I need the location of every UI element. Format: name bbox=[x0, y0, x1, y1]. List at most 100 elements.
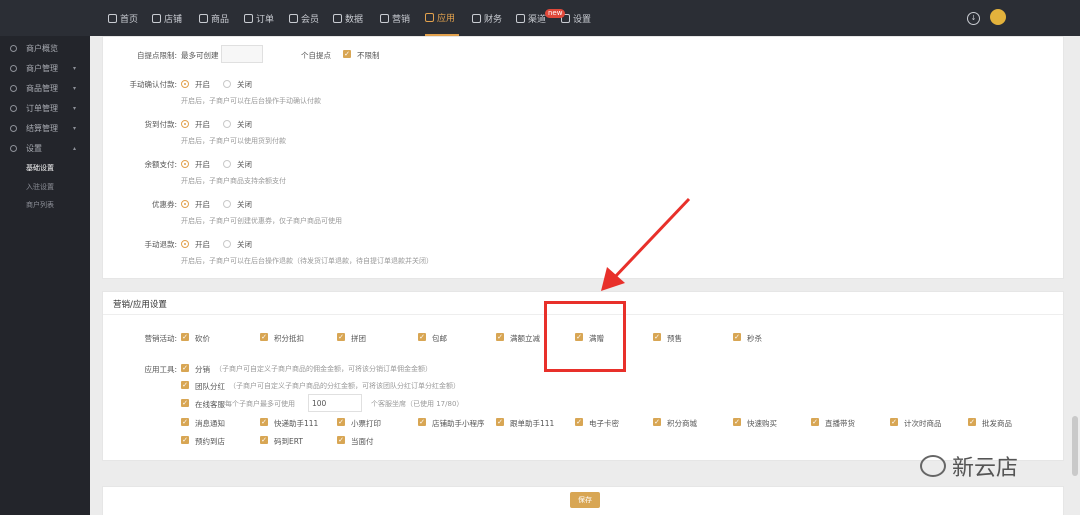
coupon-on-radio[interactable] bbox=[181, 200, 189, 208]
distribution-label: 分销 bbox=[195, 365, 210, 374]
tool-checkbox[interactable]: ✓ bbox=[337, 418, 345, 426]
tool-label: 直播带货 bbox=[825, 419, 855, 428]
sidebar-item-2[interactable]: 商品管理 ▾ bbox=[0, 78, 90, 98]
chevron-icon: ▾ bbox=[73, 84, 77, 92]
activity-checkbox[interactable]: ✓ bbox=[181, 333, 189, 341]
nav-app[interactable]: 应用 bbox=[425, 0, 459, 36]
nav-tag[interactable]: 营销 bbox=[380, 0, 410, 36]
manual_confirm-on-radio[interactable] bbox=[181, 80, 189, 88]
unlimited-checkbox[interactable]: ✓ bbox=[343, 50, 351, 58]
balance_pay-on-radio[interactable] bbox=[181, 160, 189, 168]
activity-checkbox[interactable]: ✓ bbox=[260, 333, 268, 341]
tool-label: 消息通知 bbox=[195, 419, 225, 428]
distribution-hint: （子商户可自定义子商户商品的佣金金额，可将该分销订单佣金金额） bbox=[215, 365, 432, 373]
sidebar-subitem-1[interactable]: 入驻设置 bbox=[26, 182, 54, 192]
nav-label: 渠道 bbox=[528, 14, 547, 25]
coupon-on-label: 开启 bbox=[195, 200, 210, 209]
installment-off-radio[interactable] bbox=[223, 120, 231, 128]
activity-label: 预售 bbox=[667, 334, 682, 343]
activity-checkbox[interactable]: ✓ bbox=[496, 333, 504, 341]
manual_confirm-off-label: 关闭 bbox=[237, 80, 252, 89]
balance_pay-on-label: 开启 bbox=[195, 160, 210, 169]
tool-checkbox[interactable]: ✓ bbox=[418, 418, 426, 426]
tool-label: 快递助手111 bbox=[274, 419, 319, 428]
installment-off-label: 关闭 bbox=[237, 120, 252, 129]
activity-checkbox[interactable]: ✓ bbox=[733, 333, 741, 341]
team-bonus-checkbox[interactable]: ✓ bbox=[181, 381, 189, 389]
manual_confirm-on-label: 开启 bbox=[195, 80, 210, 89]
coupon-label: 优惠券: bbox=[151, 200, 177, 209]
tool-label: 预约到店 bbox=[195, 437, 225, 446]
nav-label: 商品 bbox=[211, 14, 230, 25]
home-icon bbox=[108, 13, 117, 23]
activity-label: 营销活动: bbox=[144, 334, 177, 343]
tool-checkbox[interactable]: ✓ bbox=[337, 436, 345, 444]
sidebar-subitem-2[interactable]: 商户列表 bbox=[26, 200, 54, 210]
coupon-off-radio[interactable] bbox=[223, 200, 231, 208]
avatar[interactable] bbox=[990, 9, 1006, 25]
manual_confirm-hint: 开启后，子商户可以在后台操作手动确认付款 bbox=[181, 97, 321, 105]
sidebar-item-4[interactable]: 结算管理 ▾ bbox=[0, 118, 90, 138]
tool-checkbox[interactable]: ✓ bbox=[260, 436, 268, 444]
nav-settings[interactable]: 设置 bbox=[561, 0, 591, 36]
tool-checkbox[interactable]: ✓ bbox=[733, 418, 741, 426]
tool-checkbox[interactable]: ✓ bbox=[181, 418, 189, 426]
tool-checkbox[interactable]: ✓ bbox=[890, 418, 898, 426]
balance_pay-label: 余额支付: bbox=[144, 160, 177, 169]
save-button[interactable]: 保存 bbox=[570, 492, 600, 508]
sidebar-subitem-0[interactable]: 基础设置 bbox=[26, 163, 54, 173]
activity-label: 砍价 bbox=[195, 334, 210, 343]
nav-label: 应用 bbox=[437, 13, 456, 24]
online-service-checkbox[interactable]: ✓ bbox=[181, 399, 189, 407]
nav-data[interactable]: 数据 bbox=[333, 0, 365, 36]
distribution-checkbox[interactable]: ✓ bbox=[181, 364, 189, 372]
sidebar: 商户概览 商户管理 ▾ 商品管理 ▾ 订单管理 ▾ 结算管理 ▾ 设置 ▴ 基础设置 入驻设置 商户列表 bbox=[0, 36, 90, 515]
activity-checkbox[interactable]: ✓ bbox=[337, 333, 345, 341]
tool-checkbox[interactable]: ✓ bbox=[260, 418, 268, 426]
download-icon[interactable]: ↓ bbox=[967, 12, 980, 25]
sidebar-item-3[interactable]: 订单管理 ▾ bbox=[0, 98, 90, 118]
wechat-icon bbox=[920, 455, 946, 477]
nav-home[interactable]: 首页 bbox=[108, 0, 138, 36]
sidebar-item-0[interactable]: 商户概览 bbox=[0, 38, 90, 58]
pickup-suffix: 个自提点 bbox=[301, 51, 331, 60]
nav-goods[interactable]: 商品 bbox=[199, 0, 231, 36]
manual_confirm-label: 手动确认付款: bbox=[129, 80, 177, 89]
sidebar-item-1[interactable]: 商户管理 ▾ bbox=[0, 58, 90, 78]
online-service-suffix: 个客服坐席（已使用 17/80） bbox=[371, 400, 464, 408]
nav-finance[interactable]: 财务 bbox=[472, 0, 502, 36]
activity-checkbox[interactable]: ✓ bbox=[653, 333, 661, 341]
tool-checkbox[interactable]: ✓ bbox=[653, 418, 661, 426]
scrollbar[interactable] bbox=[1072, 416, 1078, 476]
tool-checkbox[interactable]: ✓ bbox=[575, 418, 583, 426]
finance-icon bbox=[472, 13, 481, 23]
merchant-settings-panel: 自提点限制: 最多可创建 个自提点 ✓ 不限制 手动确认付款: 开启 关闭 开启后，子… bbox=[102, 36, 1064, 279]
service-count-input[interactable]: 100 bbox=[308, 394, 362, 412]
tool-checkbox[interactable]: ✓ bbox=[181, 436, 189, 444]
nav-store[interactable]: 店铺 bbox=[152, 0, 184, 36]
sidebar-item-label: 商户管理 bbox=[26, 63, 58, 73]
manual_refund-on-label: 开启 bbox=[195, 240, 210, 249]
manual_refund-off-radio[interactable] bbox=[223, 240, 231, 248]
sidebar-item-icon bbox=[10, 144, 17, 152]
manual_refund-on-radio[interactable] bbox=[181, 240, 189, 248]
tool-checkbox[interactable]: ✓ bbox=[811, 418, 819, 426]
nav-label: 店铺 bbox=[164, 14, 183, 25]
tool-label: 快速购买 bbox=[747, 419, 777, 428]
tool-checkbox[interactable]: ✓ bbox=[496, 418, 504, 426]
installment-label: 货到付款: bbox=[144, 120, 177, 129]
balance_pay-off-radio[interactable] bbox=[223, 160, 231, 168]
sidebar-item-label: 商品管理 bbox=[26, 83, 58, 93]
nav-channel[interactable]: 渠道 bbox=[516, 0, 548, 36]
tool-checkbox[interactable]: ✓ bbox=[968, 418, 976, 426]
pickup-limit-input[interactable] bbox=[221, 45, 263, 63]
activity-checkbox[interactable]: ✓ bbox=[418, 333, 426, 341]
manual_confirm-off-radio[interactable] bbox=[223, 80, 231, 88]
sidebar-item-5[interactable]: 设置 ▴ bbox=[0, 138, 90, 158]
nav-label: 财务 bbox=[483, 14, 502, 25]
pickup-prefix: 最多可创建 bbox=[181, 51, 219, 60]
nav-order[interactable]: 订单 bbox=[244, 0, 274, 36]
nav-member[interactable]: 会员 bbox=[289, 0, 319, 36]
tool-label: 小票打印 bbox=[351, 419, 381, 428]
installment-on-radio[interactable] bbox=[181, 120, 189, 128]
